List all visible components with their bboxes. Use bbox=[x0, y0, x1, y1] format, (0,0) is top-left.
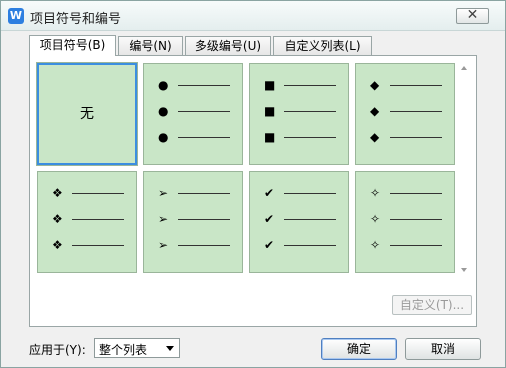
bullet-style-none[interactable]: 无 bbox=[36, 62, 138, 166]
sample-text-line bbox=[284, 137, 336, 138]
arrowhead-icon: ➢ bbox=[158, 186, 169, 200]
bullet-sample-row: ◆ bbox=[368, 79, 444, 91]
sample-text-line bbox=[72, 219, 124, 220]
sample-text-line bbox=[178, 137, 230, 138]
bullet-sample-row: ✧ bbox=[368, 239, 444, 251]
sample-text-line bbox=[390, 245, 442, 246]
bullet-style-filled-diamond[interactable]: ◆ ◆ ◆ bbox=[355, 63, 455, 165]
arrowhead-icon: ➢ bbox=[158, 212, 169, 226]
sample-text-line bbox=[284, 193, 336, 194]
close-button[interactable]: ✕ bbox=[456, 7, 489, 24]
four-point-star-icon: ✧ bbox=[370, 212, 381, 226]
bullet-style-arrowhead[interactable]: ➢ ➢ ➢ bbox=[143, 171, 243, 273]
checkmark-icon: ✔ bbox=[264, 212, 275, 226]
bullet-sample-row: ➢ bbox=[156, 187, 232, 199]
tab-custom-list[interactable]: 自定义列表(L) bbox=[273, 36, 372, 55]
bullet-sample-row: ✧ bbox=[368, 213, 444, 225]
bullet-sample-row: ✔ bbox=[262, 239, 338, 251]
bullets-and-numbering-dialog: W 项目符号和编号 ✕ 项目符号(B) 编号(N) 多级编号(U) 自定义列表(… bbox=[0, 0, 506, 368]
sample-text-line bbox=[72, 193, 124, 194]
scroll-up-icon[interactable] bbox=[461, 66, 467, 70]
bullet-sample-row: ❖ bbox=[50, 213, 126, 225]
bullet-sample-row: ❖ bbox=[50, 187, 126, 199]
four-diamond-icon: ❖ bbox=[52, 238, 63, 252]
tab-multilevel[interactable]: 多级编号(U) bbox=[185, 36, 271, 55]
bullet-sample-row: ◆ bbox=[368, 105, 444, 117]
bullet-style-checkmark[interactable]: ✔ ✔ ✔ bbox=[249, 171, 349, 273]
sample-text-line bbox=[178, 193, 230, 194]
four-diamond-icon: ❖ bbox=[52, 186, 63, 200]
filled-diamond-icon: ◆ bbox=[370, 78, 380, 92]
cancel-button[interactable]: 取消 bbox=[405, 338, 481, 360]
bullet-sample-row: ● bbox=[156, 79, 232, 91]
bullet-sample-row: ■ bbox=[262, 105, 338, 117]
four-diamond-icon: ❖ bbox=[52, 212, 63, 226]
none-label: 无 bbox=[80, 106, 94, 122]
sample-text-line bbox=[284, 111, 336, 112]
tab-numbering[interactable]: 编号(N) bbox=[118, 36, 183, 55]
filled-circle-icon: ● bbox=[158, 78, 169, 92]
title-bar: W 项目符号和编号 ✕ bbox=[1, 1, 505, 31]
sample-text-line bbox=[390, 111, 442, 112]
checkmark-icon: ✔ bbox=[264, 238, 275, 252]
close-icon: ✕ bbox=[466, 7, 479, 23]
customize-button[interactable]: 自定义(T)... bbox=[392, 295, 472, 315]
sample-text-line bbox=[390, 193, 442, 194]
filled-circle-icon: ● bbox=[158, 104, 169, 118]
apply-to-label: 应用于(Y): bbox=[29, 343, 86, 357]
four-point-star-icon: ✧ bbox=[370, 238, 381, 252]
sample-text-line bbox=[178, 85, 230, 86]
bullet-sample-row: ■ bbox=[262, 79, 338, 91]
sample-text-line bbox=[178, 111, 230, 112]
bullet-sample-row: ✔ bbox=[262, 213, 338, 225]
sample-text-line bbox=[390, 85, 442, 86]
ok-button[interactable]: 确定 bbox=[321, 338, 397, 360]
filled-diamond-icon: ◆ bbox=[370, 130, 380, 144]
bullet-sample-row: ◆ bbox=[368, 131, 444, 143]
bullet-sample-row: ❖ bbox=[50, 239, 126, 251]
four-point-star-icon: ✧ bbox=[370, 186, 381, 200]
filled-diamond-icon: ◆ bbox=[370, 104, 380, 118]
sample-text-line bbox=[390, 137, 442, 138]
tab-bullets[interactable]: 项目符号(B) bbox=[29, 35, 116, 56]
sample-text-line bbox=[72, 245, 124, 246]
wps-writer-icon: W bbox=[8, 8, 24, 24]
scroll-down-icon[interactable] bbox=[461, 268, 467, 272]
bullet-sample-row: ✔ bbox=[262, 187, 338, 199]
bullet-style-filled-circle[interactable]: ● ● ● bbox=[143, 63, 243, 165]
bullet-sample-row: ➢ bbox=[156, 213, 232, 225]
bullet-sample-row: ● bbox=[156, 105, 232, 117]
bullet-style-four-point-star[interactable]: ✧ ✧ ✧ bbox=[355, 171, 455, 273]
bullet-style-filled-square[interactable]: ■ ■ ■ bbox=[249, 63, 349, 165]
apply-to-select[interactable]: 整个列表 bbox=[94, 338, 180, 358]
apply-to-value: 整个列表 bbox=[99, 343, 148, 357]
bullet-sample-row: ● bbox=[156, 131, 232, 143]
bullet-sample-row: ✧ bbox=[368, 187, 444, 199]
gallery-scrollbar[interactable] bbox=[459, 63, 470, 275]
filled-square-icon: ■ bbox=[264, 104, 276, 118]
sample-text-line bbox=[284, 219, 336, 220]
checkmark-icon: ✔ bbox=[264, 186, 275, 200]
sample-text-line bbox=[284, 245, 336, 246]
sample-text-line bbox=[178, 219, 230, 220]
sample-text-line bbox=[178, 245, 230, 246]
dialog-title: 项目符号和编号 bbox=[30, 12, 122, 27]
bullet-style-four-diamond[interactable]: ❖ ❖ ❖ bbox=[37, 171, 137, 273]
chevron-down-icon bbox=[166, 346, 174, 351]
filled-circle-icon: ● bbox=[158, 130, 169, 144]
sample-text-line bbox=[284, 85, 336, 86]
bullet-sample-row: ➢ bbox=[156, 239, 232, 251]
arrowhead-icon: ➢ bbox=[158, 238, 169, 252]
filled-square-icon: ■ bbox=[264, 130, 276, 144]
bullet-sample-row: ■ bbox=[262, 131, 338, 143]
sample-text-line bbox=[390, 219, 442, 220]
filled-square-icon: ■ bbox=[264, 78, 276, 92]
